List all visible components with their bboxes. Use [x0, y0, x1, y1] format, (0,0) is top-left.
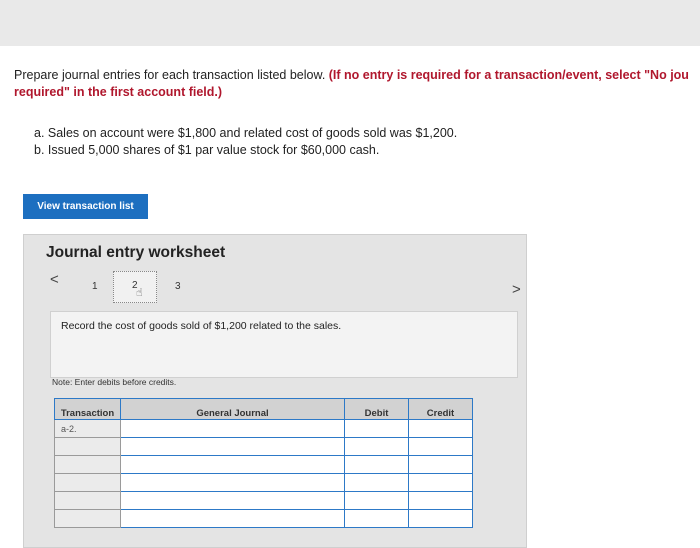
worksheet-title: Journal entry worksheet [46, 244, 226, 261]
header-credit: Credit [408, 398, 473, 420]
credit-input[interactable] [408, 419, 473, 438]
instructions-emphasis-line2: required" in the first account field.) [14, 85, 223, 99]
account-input[interactable] [120, 437, 345, 456]
table-row [54, 509, 473, 528]
instructions-emphasis: (If no entry is required for a transacti… [328, 68, 689, 82]
credit-input[interactable] [408, 455, 473, 474]
debit-input[interactable] [344, 437, 409, 456]
hand-pointer-icon: ☝ [136, 287, 143, 299]
debit-input[interactable] [344, 491, 409, 510]
transaction-cell [54, 491, 121, 510]
transaction-a: a. Sales on account were $1,800 and rela… [34, 126, 458, 140]
debit-input[interactable] [344, 419, 409, 438]
step-3[interactable]: 3 [175, 281, 181, 292]
transaction-list: a. Sales on account were $1,800 and rela… [34, 125, 457, 159]
header-general-journal: General Journal [120, 398, 345, 420]
debit-input[interactable] [344, 455, 409, 474]
debit-credit-note: Note: Enter debits before credits. [52, 377, 177, 387]
journal-table-header: Transaction General Journal Debit Credit [54, 398, 473, 420]
account-input[interactable] [120, 455, 345, 474]
credit-input[interactable] [408, 437, 473, 456]
account-input[interactable] [120, 491, 345, 510]
transaction-cell: a-2. [54, 419, 121, 438]
top-bar [0, 0, 700, 46]
transaction-cell [54, 509, 121, 528]
header-transaction: Transaction [54, 398, 121, 420]
table-row [54, 491, 473, 510]
credit-input[interactable] [408, 491, 473, 510]
step-description: Record the cost of goods sold of $1,200 … [61, 320, 342, 332]
header-debit: Debit [344, 398, 409, 420]
next-step-arrow-icon[interactable]: > [512, 281, 521, 298]
step-description-box: Record the cost of goods sold of $1,200 … [50, 311, 518, 378]
step-2-current[interactable]: 2 ☝ [113, 271, 157, 303]
transaction-cell [54, 473, 121, 492]
table-row [54, 455, 473, 474]
previous-step-arrow-icon[interactable]: < [50, 271, 59, 288]
transaction-cell [54, 455, 121, 474]
instructions-text: Prepare journal entries for each transac… [14, 68, 329, 82]
credit-input[interactable] [408, 509, 473, 528]
account-input[interactable] [120, 473, 345, 492]
instructions: Prepare journal entries for each transac… [14, 67, 700, 101]
debit-input[interactable] [344, 473, 409, 492]
account-input[interactable] [120, 419, 345, 438]
table-row: a-2. [54, 419, 473, 438]
credit-input[interactable] [408, 473, 473, 492]
step-1[interactable]: 1 [92, 281, 98, 292]
transaction-b: b. Issued 5,000 shares of $1 par value s… [34, 143, 380, 157]
transaction-cell [54, 437, 121, 456]
table-row [54, 473, 473, 492]
journal-table: Transaction General Journal Debit Credit… [54, 398, 473, 528]
debit-input[interactable] [344, 509, 409, 528]
journal-entry-worksheet: Journal entry worksheet < 1 2 ☝ 3 > Reco… [23, 234, 527, 548]
view-transaction-list-button[interactable]: View transaction list [23, 194, 148, 219]
table-row [54, 437, 473, 456]
account-input[interactable] [120, 509, 345, 528]
